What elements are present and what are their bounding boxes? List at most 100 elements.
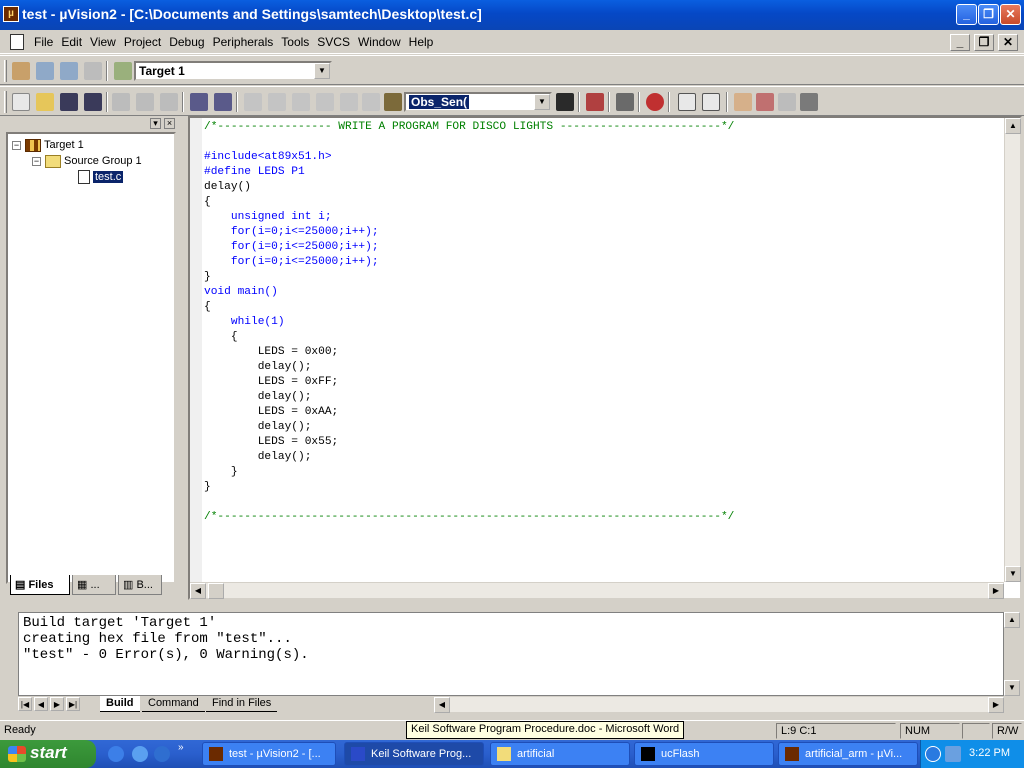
menu-peripherals[interactable]: Peripherals — [209, 35, 278, 49]
code-line[interactable]: #include<at89x51.h> — [204, 150, 1004, 165]
network-icon[interactable] — [945, 746, 961, 762]
code-line[interactable]: void main() — [204, 285, 1004, 300]
save-all-icon[interactable] — [84, 93, 102, 111]
code-line[interactable]: delay(); — [204, 360, 1004, 375]
menu-help[interactable]: Help — [405, 35, 438, 49]
restore-button[interactable]: ❐ — [978, 4, 999, 25]
task-artificial-folder[interactable]: artificial — [490, 742, 630, 766]
open-folder-icon[interactable] — [36, 93, 54, 111]
code-line[interactable] — [204, 135, 1004, 150]
tree-item-target[interactable]: − Target 1 — [12, 137, 84, 153]
workspace-window-icon[interactable] — [678, 93, 696, 111]
bookmark-clear-icon[interactable] — [362, 93, 380, 111]
tree-item-source-group[interactable]: − Source Group 1 — [32, 153, 142, 169]
breakpoint-insert-icon[interactable] — [734, 93, 752, 111]
code-line[interactable]: #define LEDS P1 — [204, 165, 1004, 180]
bookmark-prev-icon[interactable] — [340, 93, 358, 111]
scroll-down-icon[interactable]: ▼ — [1005, 566, 1021, 582]
code-line[interactable]: LEDS = 0xFF; — [204, 375, 1004, 390]
output-horizontal-scrollbar[interactable]: ◀ ▶ — [434, 696, 1004, 713]
print-icon[interactable] — [616, 93, 634, 111]
code-line[interactable]: delay(); — [204, 390, 1004, 405]
tab-find-in-files[interactable]: Find in Files — [206, 696, 278, 712]
code-line[interactable]: /*----------------- WRITE A PROGRAM FOR … — [204, 120, 1004, 135]
binoculars-icon[interactable] — [556, 93, 574, 111]
rebuild-all-icon[interactable] — [60, 62, 78, 80]
task-uvision-test[interactable]: test - µVision2 - [... — [202, 742, 336, 766]
internet-explorer-icon[interactable] — [108, 746, 124, 762]
code-line[interactable]: delay(); — [204, 420, 1004, 435]
scroll-left-icon[interactable]: ◀ — [190, 583, 206, 599]
code-text[interactable]: /*----------------- WRITE A PROGRAM FOR … — [204, 120, 1004, 582]
minimize-button[interactable]: _ — [956, 4, 977, 25]
redo-icon[interactable] — [214, 93, 232, 111]
find-combo[interactable]: Obs_Sen( ▼ — [404, 92, 552, 112]
code-line[interactable]: LEDS = 0xAA; — [204, 405, 1004, 420]
code-line[interactable]: { — [204, 300, 1004, 315]
first-tab-icon[interactable]: |◀ — [18, 697, 32, 711]
indent-icon[interactable] — [244, 93, 262, 111]
horizontal-scrollbar[interactable]: ◀ ▶ — [190, 582, 1004, 599]
task-ucflash[interactable]: ucFlash — [634, 742, 774, 766]
collapse-icon[interactable]: − — [32, 156, 41, 166]
build-target-icon[interactable] — [36, 62, 54, 80]
menu-debug[interactable]: Debug — [165, 35, 208, 49]
code-line[interactable]: /*--------------------------------------… — [204, 510, 1004, 525]
doc-restore-button[interactable]: ❐ — [974, 34, 994, 51]
menu-tools[interactable]: Tools — [277, 35, 313, 49]
breakpoint-kill-icon[interactable] — [756, 93, 774, 111]
find-icon[interactable] — [384, 93, 402, 111]
scroll-up-icon[interactable]: ▲ — [1004, 612, 1020, 628]
close-icon[interactable]: × — [164, 118, 175, 129]
tab-books[interactable]: ▥ B... — [118, 575, 162, 595]
output-window-icon[interactable] — [702, 93, 720, 111]
code-line[interactable]: } — [204, 270, 1004, 285]
close-button[interactable]: ✕ — [1000, 4, 1021, 25]
find-in-files-icon[interactable] — [586, 93, 604, 111]
search-icon[interactable] — [132, 746, 148, 762]
scroll-thumb[interactable] — [208, 583, 224, 599]
tab-build[interactable]: Build — [100, 696, 140, 712]
code-line[interactable]: for(i=0;i<=25000;i++); — [204, 240, 1004, 255]
vertical-scrollbar[interactable]: ▲ ▼ — [1004, 118, 1021, 582]
menu-window[interactable]: Window — [354, 35, 405, 49]
bookmark-toggle-icon[interactable] — [292, 93, 310, 111]
menu-file[interactable]: File — [30, 35, 57, 49]
breakpoint-enable-icon[interactable] — [778, 93, 796, 111]
dock-toggle-icon[interactable]: ▾ — [150, 118, 161, 129]
tab-regs[interactable]: ▦ ... — [72, 575, 116, 595]
chevron-down-icon[interactable]: ▼ — [534, 94, 550, 110]
scroll-right-icon[interactable]: ▶ — [988, 583, 1004, 599]
undo-icon[interactable] — [190, 93, 208, 111]
code-line[interactable]: LEDS = 0x55; — [204, 435, 1004, 450]
menu-view[interactable]: View — [86, 35, 120, 49]
paste-icon[interactable] — [160, 93, 178, 111]
new-file-icon[interactable] — [12, 93, 30, 111]
code-line[interactable]: LEDS = 0x00; — [204, 345, 1004, 360]
target-options-icon[interactable] — [114, 62, 132, 80]
doc-close-button[interactable]: ✕ — [998, 34, 1018, 51]
scroll-down-icon[interactable]: ▼ — [1004, 680, 1020, 696]
code-line[interactable] — [204, 495, 1004, 510]
scroll-left-icon[interactable]: ◀ — [434, 697, 450, 713]
cut-icon[interactable] — [112, 93, 130, 111]
chevron-right-icon[interactable]: » — [178, 742, 188, 753]
task-uvision-artificial-arm[interactable]: artificial_arm - µVi... — [778, 742, 918, 766]
menu-project[interactable]: Project — [120, 35, 165, 49]
code-line[interactable]: { — [204, 330, 1004, 345]
code-line[interactable]: while(1) — [204, 315, 1004, 330]
tab-files[interactable]: ▤ Files — [10, 575, 70, 595]
document-icon[interactable] — [10, 34, 24, 50]
unindent-icon[interactable] — [268, 93, 286, 111]
code-line[interactable]: delay(); — [204, 450, 1004, 465]
code-line[interactable]: for(i=0;i<=25000;i++); — [204, 225, 1004, 240]
next-tab-icon[interactable]: ▶ — [50, 697, 64, 711]
tray-expand-icon[interactable] — [925, 746, 941, 762]
collapse-icon[interactable]: − — [12, 140, 21, 150]
code-line[interactable]: delay() — [204, 180, 1004, 195]
translate-icon[interactable] — [12, 62, 30, 80]
target-select[interactable]: Target 1 ▼ — [134, 61, 332, 81]
menu-edit[interactable]: Edit — [57, 35, 86, 49]
scroll-up-icon[interactable]: ▲ — [1005, 118, 1021, 134]
build-output[interactable]: Build target 'Target 1' creating hex file… — [18, 612, 1004, 696]
